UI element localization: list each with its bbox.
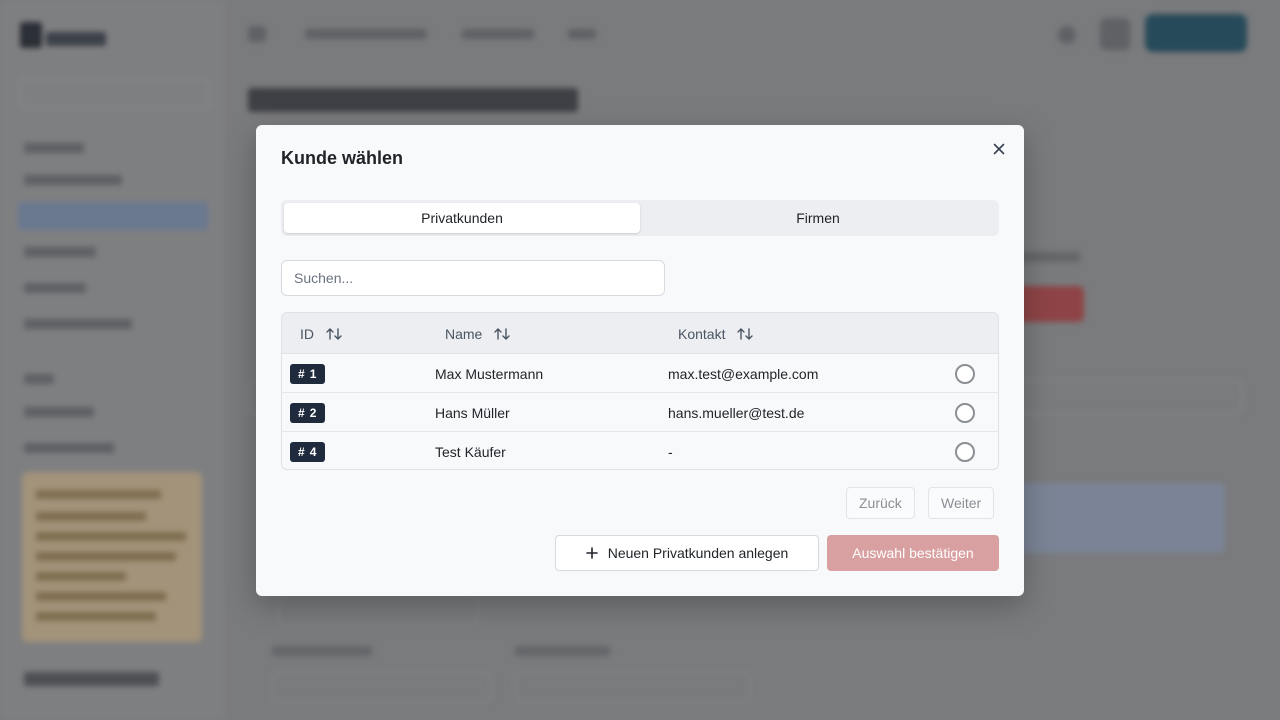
name-cell: Test Käufer: [435, 443, 506, 460]
table-header: ID Name Kontakt: [282, 313, 998, 354]
table-row[interactable]: #1 Max Mustermann max.test@example.com: [282, 354, 998, 393]
column-label: Kontakt: [678, 325, 726, 342]
customer-type-tabs: Privatkunden Firmen: [281, 200, 999, 236]
table-row[interactable]: #2 Hans Müller hans.mueller@test.de: [282, 393, 998, 432]
id-cell: #2: [290, 393, 326, 432]
id-cell: #1: [290, 354, 326, 393]
id-badge: #4: [290, 441, 326, 462]
hash-icon: #: [298, 405, 305, 420]
id-badge: #1: [290, 363, 326, 384]
id-value: 4: [309, 444, 317, 459]
id-value: 1: [309, 366, 317, 381]
confirm-selection-button[interactable]: Auswahl bestätigen: [827, 535, 999, 571]
id-cell: #4: [290, 432, 326, 469]
name-cell: Max Mustermann: [435, 365, 544, 382]
contact-cell: hans.mueller@test.de: [668, 404, 805, 421]
select-radio[interactable]: [955, 403, 975, 423]
close-button[interactable]: [989, 139, 1009, 159]
customer-table: ID Name Kontakt #1 Max Mustermann max.te…: [281, 312, 999, 470]
contact-cell: -: [668, 443, 673, 460]
previous-page-button[interactable]: Zurück: [846, 487, 915, 519]
table-row[interactable]: #4 Test Käufer -: [282, 432, 998, 469]
hash-icon: #: [298, 366, 305, 381]
column-label: Name: [445, 325, 483, 342]
column-header-kontakt[interactable]: Kontakt: [678, 313, 754, 354]
select-radio[interactable]: [955, 364, 975, 384]
id-value: 2: [309, 405, 317, 420]
search-input[interactable]: [281, 260, 665, 296]
next-page-button[interactable]: Weiter: [928, 487, 995, 519]
column-header-id[interactable]: ID: [300, 313, 342, 354]
contact-cell: max.test@example.com: [668, 365, 819, 382]
close-icon: [993, 143, 1005, 155]
add-private-customer-button[interactable]: Neuen Privatkunden anlegen: [555, 535, 819, 571]
tab-firmen[interactable]: Firmen: [640, 203, 996, 233]
name-cell: Hans Müller: [435, 404, 510, 421]
customer-select-dialog: Kunde wählen Privatkunden Firmen ID Name…: [256, 125, 1024, 596]
hash-icon: #: [298, 444, 305, 459]
column-header-name[interactable]: Name: [445, 313, 511, 354]
plus-icon: [585, 547, 598, 559]
sort-icon: [494, 327, 511, 341]
tab-privatkunden[interactable]: Privatkunden: [284, 203, 640, 233]
column-label: ID: [300, 325, 314, 342]
sort-icon: [737, 327, 754, 341]
sort-icon: [326, 327, 342, 341]
id-badge: #2: [290, 402, 326, 423]
select-radio[interactable]: [955, 442, 975, 462]
dialog-title: Kunde wählen: [281, 148, 404, 168]
button-label: Neuen Privatkunden anlegen: [607, 545, 789, 561]
